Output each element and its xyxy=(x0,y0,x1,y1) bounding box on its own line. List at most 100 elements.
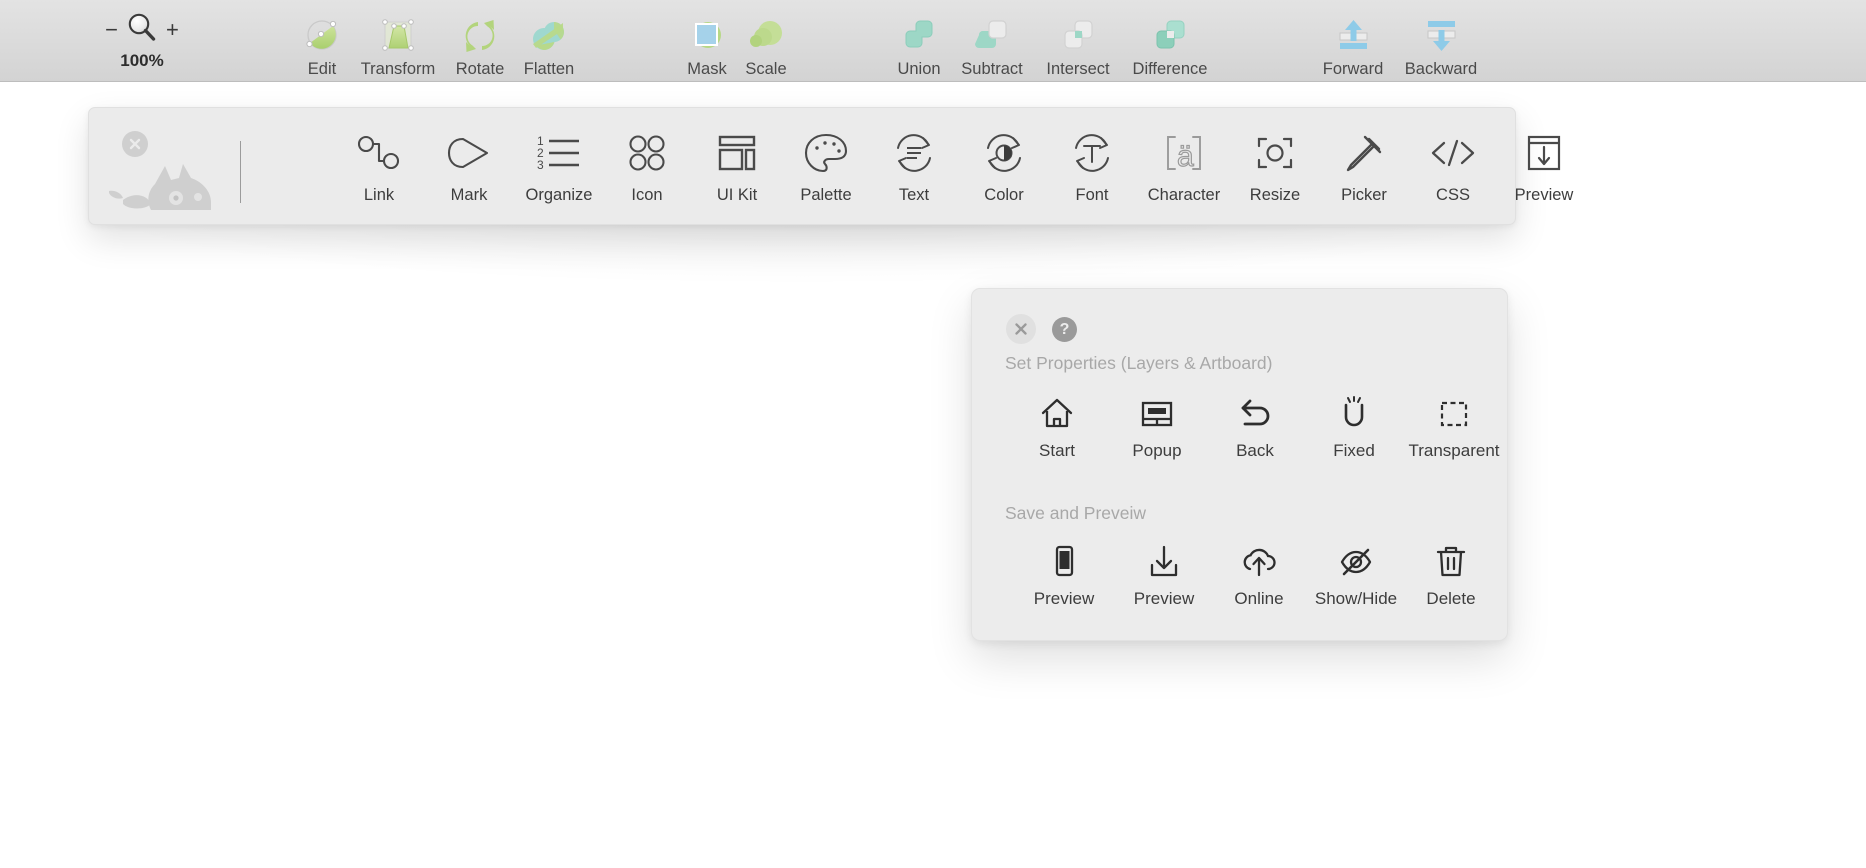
toolbar-label-intersect: Intersect xyxy=(1046,60,1110,78)
toolbar-label-mask: Mask xyxy=(687,60,727,78)
popup-icon xyxy=(1139,391,1175,431)
tool-label-ui-kit: UI Kit xyxy=(716,186,758,204)
tool-button-preview[interactable]: Preview xyxy=(1497,126,1591,205)
tool-label-text: Text xyxy=(898,186,930,204)
tool-label-resize: Resize xyxy=(1249,186,1301,204)
zoom-out-button[interactable]: − xyxy=(105,19,118,41)
phone-preview-icon xyxy=(1046,539,1082,579)
color-refresh-icon xyxy=(979,126,1029,180)
code-brackets-icon xyxy=(1426,126,1480,180)
cat-logo xyxy=(107,158,237,218)
toolbar-button-forward[interactable]: Forward xyxy=(1306,4,1400,78)
mask-icon xyxy=(685,13,729,59)
home-icon xyxy=(1039,391,1075,431)
dialog-button-preview-phone[interactable]: Preview xyxy=(1018,539,1110,609)
toolbar-label-forward: Forward xyxy=(1322,60,1384,78)
dialog-label-delete: Delete xyxy=(1426,589,1476,608)
toolbar-label-flatten: Flatten xyxy=(523,60,575,78)
toolbar-button-subtract[interactable]: Subtract xyxy=(944,4,1040,78)
dialog-button-back[interactable]: Back xyxy=(1214,391,1296,461)
download-frame-icon xyxy=(1519,126,1569,180)
svg-text:ä: ä xyxy=(1177,140,1194,173)
tool-button-css[interactable]: CSS xyxy=(1413,126,1493,205)
tool-button-palette[interactable]: Palette xyxy=(783,126,869,205)
tool-button-color[interactable]: Color xyxy=(961,126,1047,205)
send-backward-icon xyxy=(1419,13,1463,59)
tool-label-css: CSS xyxy=(1436,186,1470,204)
toolbar-label-subtract: Subtract xyxy=(961,60,1023,78)
magnet-icon xyxy=(1336,391,1372,431)
bring-forward-icon xyxy=(1331,13,1375,59)
subtract-icon xyxy=(970,13,1014,59)
transform-shape-icon xyxy=(376,13,420,59)
close-icon xyxy=(1015,323,1027,335)
tool-button-ui-kit[interactable]: UI Kit xyxy=(693,126,781,205)
tool-button-mark[interactable]: Mark xyxy=(427,126,511,205)
dialog-button-preview-save[interactable]: Preview xyxy=(1118,539,1210,609)
dialog-button-popup[interactable]: Popup xyxy=(1112,391,1202,461)
panel-close-button[interactable] xyxy=(122,131,148,157)
tool-button-icon[interactable]: Icon xyxy=(607,126,687,205)
tool-button-text[interactable]: Text xyxy=(873,126,955,205)
tool-label-preview: Preview xyxy=(1514,186,1574,204)
intersect-icon xyxy=(1056,13,1100,59)
tool-button-organize[interactable]: 1 2 3 Organize xyxy=(509,126,609,205)
dialog-close-button[interactable] xyxy=(1006,314,1036,344)
dialog-button-start[interactable]: Start xyxy=(1014,391,1100,461)
toolbar-button-rotate[interactable]: Rotate xyxy=(444,4,516,78)
tool-label-icon: Icon xyxy=(631,186,663,204)
difference-icon xyxy=(1148,13,1192,59)
tool-label-character: Character xyxy=(1147,186,1221,204)
dialog-button-delete[interactable]: Delete xyxy=(1408,539,1494,609)
dialog-label-back: Back xyxy=(1236,441,1274,460)
tool-button-picker[interactable]: Picker xyxy=(1323,126,1405,205)
zoom-in-button[interactable]: + xyxy=(166,19,179,41)
tool-label-color: Color xyxy=(984,186,1024,204)
svg-text:3: 3 xyxy=(537,158,544,172)
dialog-label-start: Start xyxy=(1039,441,1075,460)
toolbar-label-transform: Transform xyxy=(360,60,436,78)
organize-list-icon: 1 2 3 xyxy=(531,126,587,180)
toolbar-button-mask[interactable]: Mask xyxy=(674,4,740,78)
dialog-button-fixed[interactable]: Fixed xyxy=(1312,391,1396,461)
tool-label-link: Link xyxy=(363,186,395,204)
union-icon xyxy=(897,13,941,59)
dialog-label-transparent: Transparent xyxy=(1408,441,1500,460)
top-toolbar: − + 100% Edit Transform Rotate Flatten M… xyxy=(0,0,1866,82)
back-arrow-icon xyxy=(1237,391,1273,431)
tool-button-font[interactable]: Font xyxy=(1051,126,1133,205)
toolbar-button-flatten[interactable]: Flatten xyxy=(510,4,588,78)
tool-panel: Link Mark 1 2 3 Organize Icon UI Kit Pal… xyxy=(88,107,1573,225)
dialog-button-online[interactable]: Online xyxy=(1216,539,1302,609)
font-refresh-icon xyxy=(1067,126,1117,180)
toolbar-label-difference: Difference xyxy=(1132,60,1208,78)
cloud-upload-icon xyxy=(1241,539,1277,579)
toolbar-button-transform[interactable]: Transform xyxy=(346,4,450,78)
tool-button-resize[interactable]: Resize xyxy=(1235,126,1315,205)
properties-dialog: ? Set Properties (Layers & Artboard) Sta… xyxy=(971,288,1508,641)
dialog-section-title-save: Save and Preveiw xyxy=(1005,503,1147,523)
link-nodes-icon xyxy=(353,126,405,180)
toolbar-label-edit: Edit xyxy=(307,60,337,78)
mark-teardrop-icon xyxy=(443,126,495,180)
toolbar-label-scale: Scale xyxy=(745,60,787,78)
dialog-button-show-hide[interactable]: Show/Hide xyxy=(1298,539,1414,609)
character-umlaut-icon: ä xyxy=(1157,126,1211,180)
four-circles-icon xyxy=(622,126,672,180)
transparent-icon xyxy=(1436,391,1472,431)
dialog-label-online: Online xyxy=(1234,589,1284,608)
toolbar-button-backward[interactable]: Backward xyxy=(1388,4,1494,78)
toolbar-label-rotate: Rotate xyxy=(455,60,505,78)
rotate-shape-icon xyxy=(458,13,502,59)
flatten-shape-icon xyxy=(527,13,571,59)
tool-button-link[interactable]: Link xyxy=(337,126,421,205)
dialog-help-button[interactable]: ? xyxy=(1052,317,1077,342)
toolbar-button-intersect[interactable]: Intersect xyxy=(1032,4,1124,78)
tool-button-character[interactable]: ä Character xyxy=(1129,126,1239,205)
magnifier-icon[interactable] xyxy=(125,11,159,50)
toolbar-button-scale[interactable]: Scale xyxy=(734,4,798,78)
toolbar-button-difference[interactable]: Difference xyxy=(1114,4,1226,78)
zoom-control[interactable]: − + 100% xyxy=(92,8,192,76)
dialog-label-popup: Popup xyxy=(1132,441,1182,460)
dialog-button-transparent[interactable]: Transparent xyxy=(1392,391,1516,461)
